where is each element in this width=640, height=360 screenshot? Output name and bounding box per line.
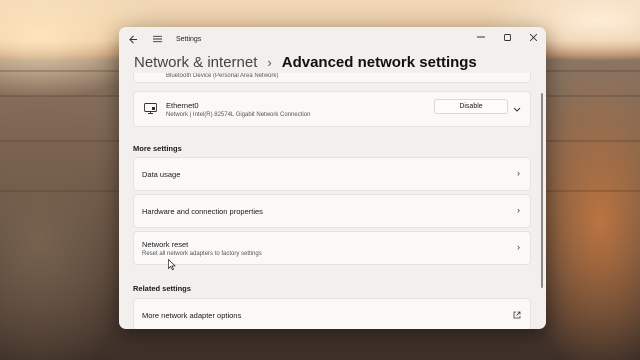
external-link-icon <box>513 311 521 319</box>
settings-item-description: Reset all network adapters to factory se… <box>142 251 262 257</box>
disable-adapter-button[interactable]: Disable <box>434 99 508 114</box>
minimize-icon <box>477 36 485 38</box>
settings-item-data-usage[interactable]: Data usage › <box>133 157 531 191</box>
chevron-right-icon: › <box>517 242 520 252</box>
page-title: Advanced network settings <box>281 53 477 71</box>
close-icon <box>529 33 537 41</box>
breadcrumb-separator: › <box>267 54 272 70</box>
hamburger-menu-icon <box>152 35 162 43</box>
mouse-cursor-icon <box>168 259 176 270</box>
settings-item-hardware-properties[interactable]: Hardware and connection properties › <box>133 194 531 228</box>
window-controls <box>468 27 546 47</box>
adapter-row-ethernet0[interactable]: Ethernet0 Network | Intel(R) 82574L Giga… <box>133 91 531 127</box>
navigation-menu-button[interactable] <box>146 28 168 50</box>
adapter-description: Bluetooth Device (Personal Area Network) <box>166 73 279 79</box>
settings-item-more-adapter-options[interactable]: More network adapter options <box>133 298 531 329</box>
chevron-right-icon: › <box>517 168 520 178</box>
settings-item-label: Data usage <box>142 170 181 179</box>
back-button[interactable] <box>122 28 144 50</box>
ethernet-monitor-icon <box>144 103 157 114</box>
title-bar[interactable]: Settings <box>119 27 546 51</box>
settings-item-label: Hardware and connection properties <box>142 207 263 216</box>
settings-item-label: More network adapter options <box>142 311 242 320</box>
adapter-description: Network | Intel(R) 82574L Gigabit Networ… <box>166 112 311 118</box>
section-heading-more-settings: More settings <box>133 144 182 153</box>
close-button[interactable] <box>520 27 546 47</box>
vertical-scrollbar[interactable] <box>541 93 543 288</box>
settings-window: Settings Network & internet › Advanced n… <box>119 27 546 329</box>
breadcrumb: Network & internet › Advanced network se… <box>134 51 477 73</box>
back-arrow-icon <box>128 35 137 43</box>
adapter-name: Ethernet0 <box>166 101 199 110</box>
settings-content[interactable]: Bluetooth Device (Personal Area Network)… <box>119 73 546 329</box>
adapter-row-bluetooth[interactable]: Bluetooth Device (Personal Area Network) <box>133 73 531 83</box>
breadcrumb-parent-link[interactable]: Network & internet <box>134 54 257 71</box>
maximize-icon <box>503 33 511 41</box>
settings-item-network-reset[interactable]: Network reset Reset all network adapters… <box>133 231 531 265</box>
chevron-right-icon: › <box>517 205 520 215</box>
maximize-button[interactable] <box>494 27 520 47</box>
app-title: Settings <box>176 35 202 43</box>
chevron-down-icon[interactable] <box>513 107 521 113</box>
settings-item-label: Network reset <box>142 240 189 249</box>
section-heading-related-settings: Related settings <box>133 284 191 293</box>
minimize-button[interactable] <box>468 27 494 47</box>
